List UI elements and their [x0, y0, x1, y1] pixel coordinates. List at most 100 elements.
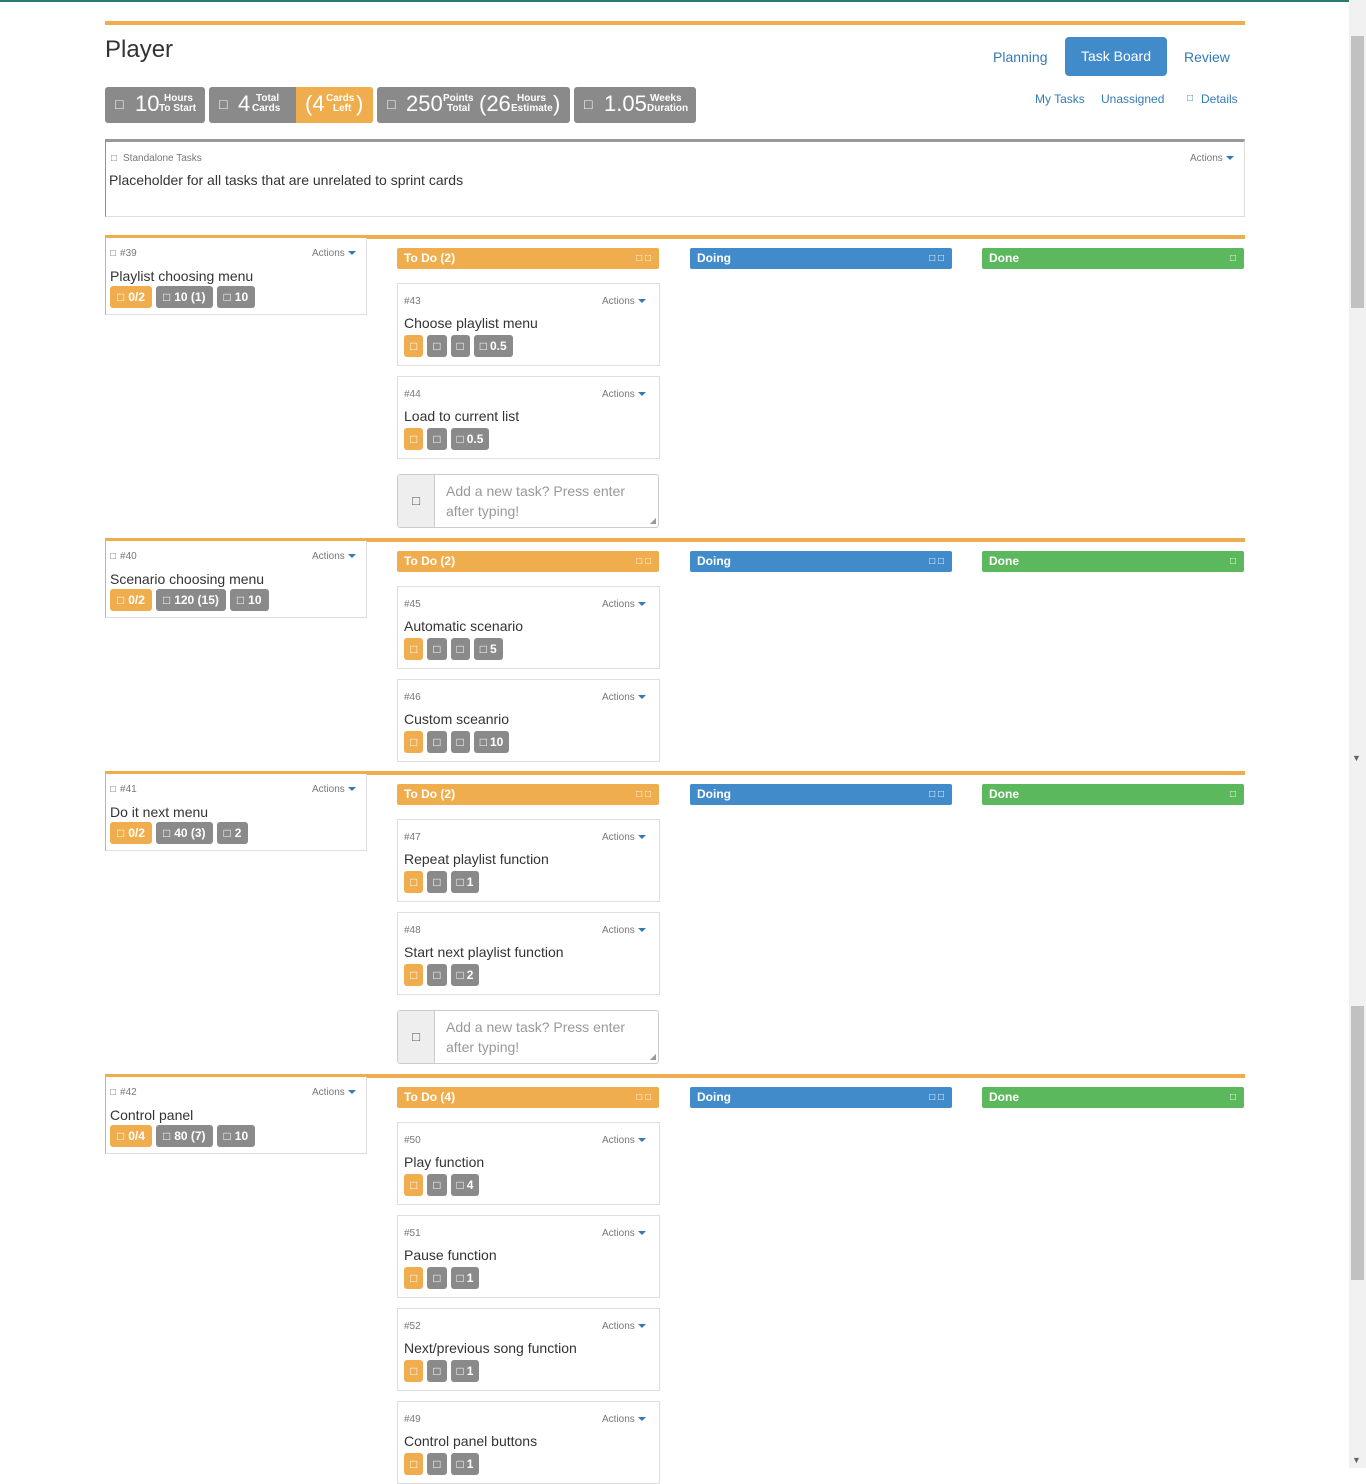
- status-badge[interactable]: □: [427, 638, 447, 660]
- actions-label[interactable]: Actions: [312, 551, 345, 562]
- task-actions[interactable]: Actions: [602, 1414, 646, 1425]
- status-badge[interactable]: □: [427, 871, 447, 893]
- status-badge[interactable]: □: [450, 638, 470, 660]
- task-card[interactable]: #48 Actions Start next playlist function □ □…: [397, 912, 660, 995]
- task-actions[interactable]: Actions: [602, 925, 646, 936]
- status-badge[interactable]: □: [427, 1360, 447, 1382]
- status-badge[interactable]: □: [427, 731, 447, 753]
- task-card[interactable]: #52 Actions Next/previous song function □ □ □…: [397, 1308, 660, 1391]
- hours-badge[interactable]: □ 10: [473, 731, 510, 753]
- scrollbar-thumb[interactable]: [1351, 36, 1364, 308]
- task-card[interactable]: #44 Actions Load to current list □ □ □ 0.5: [397, 376, 660, 459]
- task-actions[interactable]: Actions: [602, 1228, 646, 1239]
- task-actions[interactable]: Actions: [602, 832, 646, 843]
- actions-label[interactable]: Actions: [602, 925, 635, 936]
- scroll-down-icon[interactable]: ▼: [1352, 1455, 1361, 1465]
- assign-badge[interactable]: □: [404, 428, 424, 450]
- story-card[interactable]: □ #42 Actions Control panel □ 0/4 □ 80 (7) □ 10: [105, 1077, 367, 1154]
- column-icons[interactable]: □ □: [636, 784, 651, 805]
- hours-badge[interactable]: □ 5: [473, 638, 503, 660]
- task-card[interactable]: #51 Actions Pause function □ □ □ 1: [397, 1215, 660, 1298]
- status-badge[interactable]: □: [427, 428, 447, 450]
- column-icons[interactable]: □ □: [636, 1087, 651, 1108]
- hours-badge[interactable]: □ 10: [216, 1125, 256, 1147]
- assign-badge[interactable]: □: [404, 1267, 424, 1289]
- column-icons[interactable]: □ □: [929, 784, 944, 805]
- assign-badge[interactable]: □: [404, 335, 424, 357]
- actions-label[interactable]: Actions: [312, 248, 345, 259]
- story-card[interactable]: □ #41 Actions Do it next menu □ 0/2 □ 40 (3) □ 2: [105, 774, 367, 851]
- story-card[interactable]: □ #40 Actions Scenario choosing menu □ 0/2 □ 12…: [105, 541, 367, 618]
- assign-badge[interactable]: □: [404, 1360, 424, 1382]
- column-icons[interactable]: □ □: [929, 551, 944, 572]
- column-icons[interactable]: □: [1230, 784, 1236, 805]
- hours-badge[interactable]: □ 2: [450, 964, 480, 986]
- column-icons[interactable]: □ □: [929, 248, 944, 269]
- hours-badge[interactable]: □ 10: [216, 286, 256, 308]
- task-card[interactable]: #47 Actions Repeat playlist function □ □ □ 1: [397, 819, 660, 902]
- story-actions[interactable]: Actions: [312, 248, 356, 259]
- actions-label[interactable]: Actions: [602, 1228, 635, 1239]
- assign-badge[interactable]: □: [404, 638, 424, 660]
- points-badge[interactable]: □ 80 (7): [155, 1125, 213, 1147]
- actions-label[interactable]: Actions: [602, 692, 635, 703]
- my-tasks-link[interactable]: My Tasks: [1035, 92, 1085, 106]
- task-actions[interactable]: Actions: [602, 599, 646, 610]
- status-badge[interactable]: □: [427, 335, 447, 357]
- status-badge[interactable]: □: [427, 1453, 447, 1475]
- details-link[interactable]: Details: [1201, 92, 1238, 106]
- column-icons[interactable]: □: [1230, 1087, 1236, 1108]
- tab-task-board[interactable]: Task Board: [1065, 37, 1167, 76]
- add-task-placeholder[interactable]: Add a new task? Press enter after typing…: [446, 1017, 646, 1057]
- scrollbar-thumb[interactable]: [1351, 1006, 1364, 1280]
- resize-handle-icon[interactable]: ◢: [650, 516, 656, 525]
- hours-badge[interactable]: □ 2: [216, 822, 249, 844]
- hours-badge[interactable]: □ 10: [229, 589, 269, 611]
- hours-badge[interactable]: □ 1: [450, 1360, 480, 1382]
- resize-handle-icon[interactable]: ◢: [650, 1052, 656, 1061]
- status-badge[interactable]: □: [450, 335, 470, 357]
- actions-label[interactable]: Actions: [602, 832, 635, 843]
- actions-label[interactable]: Actions: [602, 1321, 635, 1332]
- unassigned-link[interactable]: Unassigned: [1101, 92, 1164, 106]
- hours-badge[interactable]: □ 0.5: [473, 335, 513, 357]
- actions-label[interactable]: Actions: [602, 389, 635, 400]
- hours-badge[interactable]: □ 1: [450, 1267, 480, 1289]
- task-card[interactable]: #49 Actions Control panel buttons □ □ □ 1: [397, 1401, 660, 1484]
- assign-badge[interactable]: □: [404, 964, 424, 986]
- actions-label[interactable]: Actions: [602, 1414, 635, 1425]
- task-actions[interactable]: Actions: [602, 1321, 646, 1332]
- add-task-input[interactable]: □ Add a new task? Press enter after typin…: [397, 474, 659, 528]
- points-badge[interactable]: □ 120 (15): [155, 589, 226, 611]
- status-badge[interactable]: □: [427, 964, 447, 986]
- assign-badge[interactable]: □: [404, 1453, 424, 1475]
- actions-label[interactable]: Actions: [1190, 153, 1223, 164]
- column-icons[interactable]: □ □: [636, 551, 651, 572]
- points-badge[interactable]: □ 10 (1): [155, 286, 213, 308]
- task-card[interactable]: #43 Actions Choose playlist menu □ □ □ □ 0.5: [397, 283, 660, 366]
- actions-label[interactable]: Actions: [312, 1087, 345, 1098]
- story-actions[interactable]: Actions: [312, 551, 356, 562]
- actions-label[interactable]: Actions: [602, 1135, 635, 1146]
- hours-badge[interactable]: □ 1: [450, 1453, 480, 1475]
- task-actions[interactable]: Actions: [602, 389, 646, 400]
- task-card[interactable]: #45 Actions Automatic scenario □ □ □ □ 5: [397, 586, 660, 669]
- hours-badge[interactable]: □ 4: [450, 1174, 480, 1196]
- tab-review[interactable]: Review: [1184, 49, 1230, 65]
- hours-badge[interactable]: □ 0.5: [450, 428, 490, 450]
- hours-badge[interactable]: □ 1: [450, 871, 480, 893]
- task-card[interactable]: #46 Actions Custom sceanrio □ □ □ □ 10: [397, 679, 660, 762]
- tasks-progress-badge[interactable]: □ 0/2: [110, 822, 152, 844]
- story-actions[interactable]: Actions: [312, 1087, 356, 1098]
- status-badge[interactable]: □: [427, 1174, 447, 1196]
- add-task-input[interactable]: □ Add a new task? Press enter after typin…: [397, 1010, 659, 1064]
- tab-planning[interactable]: Planning: [993, 49, 1048, 65]
- assign-badge[interactable]: □: [404, 731, 424, 753]
- actions-label[interactable]: Actions: [312, 784, 345, 795]
- story-card[interactable]: □ #39 Actions Playlist choosing menu □ 0/2 □ 10…: [105, 238, 367, 315]
- assign-badge[interactable]: □: [404, 1174, 424, 1196]
- column-icons[interactable]: □ □: [636, 248, 651, 269]
- info-icon[interactable]: □: [1187, 93, 1193, 104]
- task-actions[interactable]: Actions: [602, 1135, 646, 1146]
- standalone-actions[interactable]: Actions: [1190, 153, 1234, 164]
